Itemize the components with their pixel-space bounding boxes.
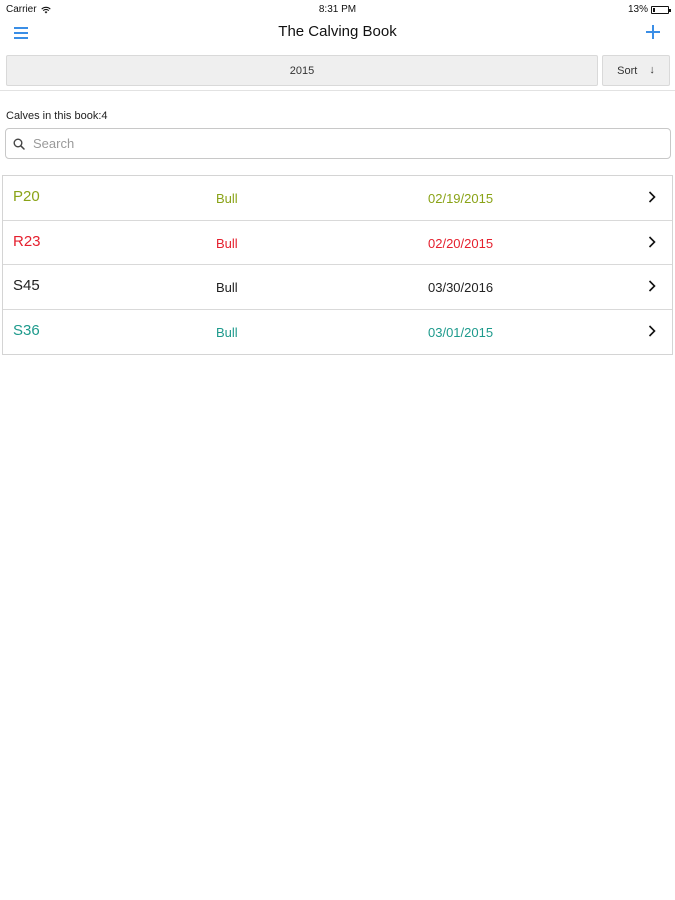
battery-icon <box>651 5 671 14</box>
sort-button[interactable]: Sort ↓ <box>602 55 670 86</box>
navigation-bar: The Calving Book <box>0 20 675 50</box>
sort-label: Sort <box>617 64 638 77</box>
search-input[interactable] <box>33 131 633 156</box>
calf-tag: S36 <box>13 321 40 339</box>
filter-bar: 2015 Sort ↓ <box>0 52 675 91</box>
calf-row[interactable]: P20 Bull 02/19/2015 <box>3 176 672 221</box>
search-box[interactable] <box>5 128 671 159</box>
chevron-right-icon <box>648 280 656 292</box>
search-icon <box>13 138 25 150</box>
calf-date: 03/30/2016 <box>428 280 494 295</box>
battery-fill <box>653 7 655 12</box>
chevron-right-icon <box>648 235 656 248</box>
add-calf-icon[interactable] <box>645 24 661 40</box>
calf-count-label: Calves in this book:4 <box>6 110 108 122</box>
calf-list: P20 Bull 02/19/2015 R23 Bull 02/20/2015 … <box>2 175 673 355</box>
battery-percent: 13% <box>627 4 648 15</box>
chevron-right-icon <box>648 191 656 203</box>
chevron-right-icon <box>648 324 656 337</box>
calf-sex: Bull <box>216 324 238 340</box>
year-selector-button[interactable]: 2015 <box>6 55 598 86</box>
calf-row[interactable]: S45 Bull 03/30/2016 <box>3 265 672 310</box>
calf-tag: S45 <box>13 277 40 294</box>
calf-date: 02/19/2015 <box>428 191 494 206</box>
calf-sex: Bull <box>216 235 238 251</box>
calf-row[interactable]: R23 Bull 02/20/2015 <box>3 221 672 265</box>
calf-tag: P20 <box>13 188 40 205</box>
page-title: The Calving Book <box>278 23 397 40</box>
status-time: 8:31 PM <box>318 4 357 15</box>
calf-sex: Bull <box>216 280 238 295</box>
calf-sex: Bull <box>216 191 238 206</box>
calf-tag: R23 <box>13 232 41 250</box>
year-label: 2015 <box>289 64 315 77</box>
calf-row[interactable]: S36 Bull 03/01/2015 <box>3 310 672 355</box>
status-bar: Carrier 8:31 PM 13% <box>0 0 675 20</box>
calf-date: 02/20/2015 <box>428 235 494 251</box>
battery-group: 13% <box>627 4 671 15</box>
calf-date: 03/01/2015 <box>428 324 494 340</box>
sort-arrow-icon: ↓ <box>649 64 655 76</box>
calving-book-screen: Carrier 8:31 PM 13% The Calving Book 201 <box>0 0 675 900</box>
